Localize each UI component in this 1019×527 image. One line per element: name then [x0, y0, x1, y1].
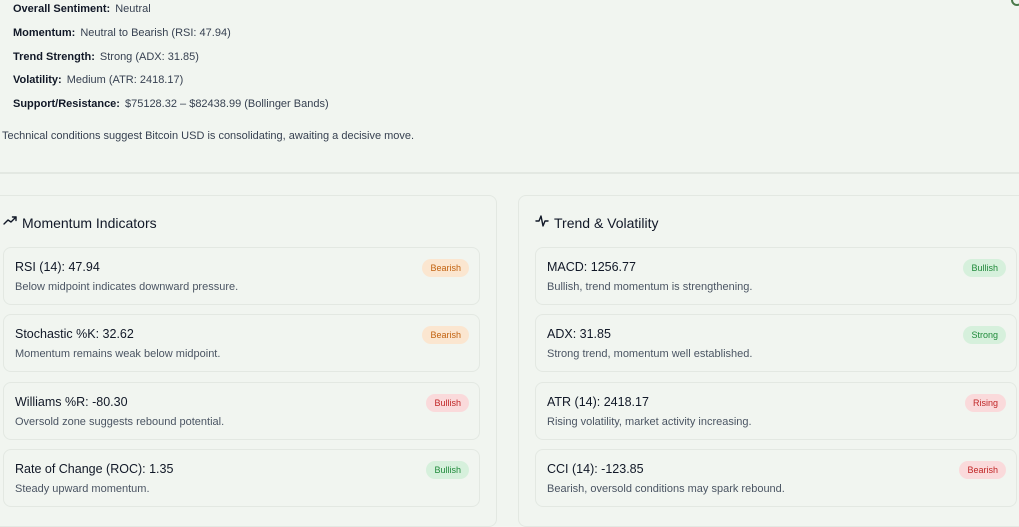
indicator-title: ATR (14): 2418.17	[547, 395, 649, 409]
trend-panel-header: Trend & Volatility	[535, 214, 659, 231]
indicator-card-roc[interactable]: Rate of Change (ROC): 1.35 Steady upward…	[3, 449, 480, 507]
indicator-card-macd[interactable]: MACD: 1256.77 Bullish, trend momentum is…	[535, 247, 1017, 305]
indicator-card-adx[interactable]: ADX: 31.85 Strong trend, momentum well e…	[535, 314, 1017, 372]
momentum-panel-title: Momentum Indicators	[22, 214, 157, 231]
indicator-description: Rising volatility, market activity incre…	[547, 416, 752, 428]
indicator-card-williams[interactable]: Williams %R: -80.30 Oversold zone sugges…	[3, 382, 480, 440]
indicator-title: Rate of Change (ROC): 1.35	[15, 462, 174, 476]
momentum-panel: Momentum Indicators RSI (14): 47.94 Belo…	[0, 195, 497, 527]
status-badge: Bullish	[963, 259, 1006, 277]
status-badge: Bearish	[422, 259, 469, 277]
indicator-card-cci[interactable]: CCI (14): -123.85 Bearish, oversold cond…	[535, 449, 1017, 507]
momentum-panel-header: Momentum Indicators	[3, 214, 157, 231]
status-badge: Bullish	[426, 394, 469, 412]
summary-value: Neutral to Bearish (RSI: 47.94)	[80, 26, 231, 39]
summary-trend-strength: Trend Strength: Strong (ADX: 31.85)	[13, 48, 329, 72]
indicator-description: Bearish, oversold conditions may spark r…	[547, 483, 785, 495]
trend-volatility-panel: Trend & Volatility MACD: 1256.77 Bullish…	[518, 195, 1019, 527]
summary-support-resistance: Support/Resistance: $75128.32 – $82438.9…	[13, 95, 329, 119]
status-badge: Bearish	[422, 326, 469, 344]
status-badge: Strong	[963, 326, 1006, 344]
trend-panel-title: Trend & Volatility	[554, 214, 659, 231]
summary-overall-sentiment: Overall Sentiment: Neutral	[13, 0, 329, 24]
indicator-title: CCI (14): -123.85	[547, 462, 644, 476]
summary-value: Neutral	[115, 3, 151, 15]
summary-key: Volatility:	[13, 74, 62, 87]
indicator-title: MACD: 1256.77	[547, 260, 636, 274]
section-divider	[0, 172, 1019, 174]
indicator-description: Bullish, trend momentum is strengthening…	[547, 281, 753, 293]
summary-key: Trend Strength:	[13, 50, 95, 63]
indicator-description: Steady upward momentum.	[15, 483, 150, 495]
status-badge: Bearish	[959, 461, 1006, 479]
indicator-card-stochastic[interactable]: Stochastic %K: 32.62 Momentum remains we…	[3, 314, 480, 372]
summary-momentum: Momentum: Neutral to Bearish (RSI: 47.94…	[13, 24, 329, 48]
status-badge: Rising	[964, 394, 1006, 412]
indicator-description: Momentum remains weak below midpoint.	[15, 348, 221, 360]
indicator-title: ADX: 31.85	[547, 327, 611, 341]
indicator-description: Strong trend, momentum well established.	[547, 348, 753, 360]
activity-icon	[535, 214, 554, 231]
indicator-title: Stochastic %K: 32.62	[15, 327, 134, 341]
summary-value: $75128.32 – $82438.99 (Bollinger Bands)	[124, 98, 329, 110]
summary-key: Overall Sentiment:	[13, 3, 111, 15]
summary-volatility: Volatility: Medium (ATR: 2418.17)	[13, 71, 329, 95]
status-badge: Bullish	[426, 461, 469, 479]
summary-key: Support/Resistance:	[13, 98, 120, 110]
corner-status-icon	[1011, 0, 1019, 6]
summary-value: Medium (ATR: 2418.17)	[66, 74, 184, 87]
indicator-description: Below midpoint indicates downward pressu…	[15, 281, 239, 293]
indicator-title: RSI (14): 47.94	[15, 260, 100, 274]
indicator-card-atr[interactable]: ATR (14): 2418.17 Rising volatility, mar…	[535, 382, 1017, 440]
indicator-title: Williams %R: -80.30	[15, 395, 128, 409]
trending-up-icon	[3, 214, 22, 231]
summary-value: Strong (ADX: 31.85)	[99, 50, 199, 63]
analysis-note: Technical conditions suggest Bitcoin USD…	[2, 130, 415, 142]
indicator-description: Oversold zone suggests rebound potential…	[15, 416, 225, 428]
summary-list: Overall Sentiment: Neutral Momentum: Neu…	[13, 0, 329, 119]
summary-key: Momentum:	[13, 26, 76, 39]
indicator-card-rsi[interactable]: RSI (14): 47.94 Below midpoint indicates…	[3, 247, 480, 305]
